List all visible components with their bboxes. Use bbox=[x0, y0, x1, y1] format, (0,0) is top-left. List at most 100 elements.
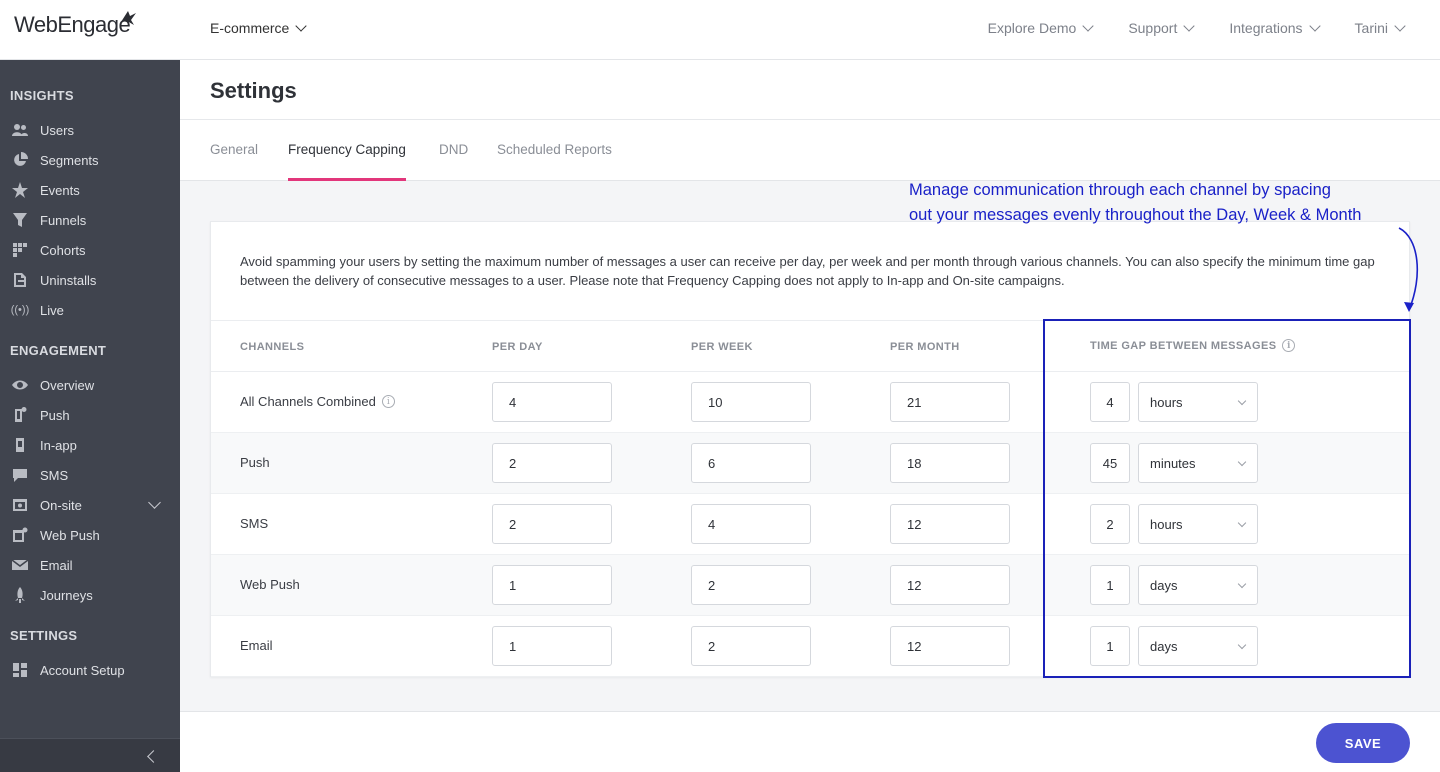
chevron-left-icon bbox=[147, 750, 160, 763]
sidebar-item-funnels[interactable]: Funnels bbox=[10, 210, 86, 230]
live-signal-icon: ((•)) bbox=[10, 304, 30, 316]
column-header-per-month: PER MONTH bbox=[890, 341, 960, 353]
channel-cell: Push bbox=[240, 455, 270, 470]
nav-integrations[interactable]: Integrations bbox=[1229, 20, 1321, 36]
per-day-input[interactable] bbox=[492, 626, 612, 666]
per-day-input[interactable] bbox=[492, 443, 612, 483]
nav-support[interactable]: Support bbox=[1128, 20, 1196, 36]
annotation-line-2: out your messages evenly throughout the … bbox=[909, 206, 1362, 224]
sidebar-item-web-push[interactable]: Web Push bbox=[10, 525, 100, 545]
sidebar-section-insights: INSIGHTS bbox=[10, 88, 74, 103]
top-nav: Explore Demo Support Integrations Tarini bbox=[988, 20, 1406, 36]
column-header-per-week: PER WEEK bbox=[691, 341, 753, 353]
sidebar-item-journeys[interactable]: Journeys bbox=[10, 585, 93, 605]
sidebar-collapse-button[interactable] bbox=[0, 738, 180, 772]
annotation-highlight-box bbox=[1043, 319, 1411, 678]
sidebar-item-push[interactable]: Push bbox=[10, 405, 70, 425]
channel-cell: All Channels Combined i bbox=[240, 394, 395, 409]
sidebar-item-account-setup[interactable]: Account Setup bbox=[10, 660, 125, 680]
per-month-input[interactable] bbox=[890, 565, 1010, 605]
tab-frequency-capping[interactable]: Frequency Capping bbox=[288, 142, 406, 181]
chevron-down-icon bbox=[1394, 20, 1406, 32]
project-name: E-commerce bbox=[210, 20, 290, 36]
envelope-icon bbox=[10, 557, 30, 573]
logo-text: WebEngage bbox=[14, 12, 131, 37]
rocket-icon bbox=[10, 587, 30, 603]
sidebar-item-label: Web Push bbox=[40, 527, 100, 543]
frequency-capping-description: Avoid spamming your users by setting the… bbox=[240, 254, 1375, 288]
sidebar-item-events[interactable]: Events bbox=[10, 180, 80, 200]
per-day-input[interactable] bbox=[492, 565, 612, 605]
footer-bar: SAVE bbox=[180, 711, 1440, 772]
per-week-input[interactable] bbox=[691, 626, 811, 666]
sidebar-item-label: Users bbox=[40, 122, 74, 138]
per-week-input[interactable] bbox=[691, 504, 811, 544]
mobile-push-icon bbox=[10, 407, 30, 423]
project-selector[interactable]: E-commerce bbox=[210, 20, 308, 36]
sidebar-item-label: Journeys bbox=[40, 587, 93, 603]
chevron-down-icon[interactable] bbox=[148, 496, 161, 509]
sidebar-item-overview[interactable]: Overview bbox=[10, 375, 94, 395]
per-week-input[interactable] bbox=[691, 382, 811, 422]
per-day-input[interactable] bbox=[492, 504, 612, 544]
per-month-input[interactable] bbox=[890, 443, 1010, 483]
sidebar-section-settings: SETTINGS bbox=[10, 628, 78, 643]
sidebar-item-label: In-app bbox=[40, 437, 77, 453]
save-button[interactable]: SAVE bbox=[1316, 723, 1410, 763]
info-icon[interactable]: i bbox=[381, 395, 395, 408]
per-month-input[interactable] bbox=[890, 382, 1010, 422]
channel-cell: Web Push bbox=[240, 577, 300, 592]
sidebar-item-uninstalls[interactable]: Uninstalls bbox=[10, 270, 96, 290]
per-month-input[interactable] bbox=[890, 504, 1010, 544]
per-week-input[interactable] bbox=[691, 565, 811, 605]
uninstall-icon bbox=[10, 272, 30, 288]
sidebar-item-label: Email bbox=[40, 557, 73, 573]
sidebar-item-label: Overview bbox=[40, 377, 95, 393]
logo-bird-icon bbox=[121, 11, 136, 25]
per-day-input[interactable] bbox=[492, 382, 612, 422]
tab-dnd[interactable]: DND bbox=[439, 142, 468, 181]
grid-icon bbox=[10, 242, 30, 258]
sidebar-item-label: Live bbox=[40, 302, 64, 318]
per-week-input[interactable] bbox=[691, 443, 811, 483]
page-header: Settings bbox=[180, 60, 1440, 120]
column-header-channels: CHANNELS bbox=[240, 341, 305, 353]
sidebar-item-cohorts[interactable]: Cohorts bbox=[10, 240, 86, 260]
per-month-input[interactable] bbox=[890, 626, 1010, 666]
sidebar-item-label: Cohorts bbox=[40, 242, 86, 258]
pie-chart-icon bbox=[10, 152, 30, 168]
sidebar-item-in-app[interactable]: In-app bbox=[10, 435, 77, 455]
column-header-per-day: PER DAY bbox=[492, 341, 543, 353]
sidebar-item-label: On-site bbox=[40, 497, 82, 513]
web-push-icon bbox=[10, 527, 30, 543]
nav-label: Tarini bbox=[1354, 20, 1388, 36]
settings-tabs: General Frequency Capping DND Scheduled … bbox=[180, 120, 1440, 181]
webengage-logo[interactable]: WebEngage bbox=[14, 11, 136, 38]
chevron-down-icon bbox=[295, 20, 308, 32]
eye-icon bbox=[10, 377, 30, 393]
tab-general[interactable]: General bbox=[210, 142, 258, 181]
sidebar-item-label: Segments bbox=[40, 152, 99, 168]
channel-cell: SMS bbox=[240, 516, 268, 531]
sidebar-item-label: Account Setup bbox=[40, 662, 125, 678]
channel-name: SMS bbox=[240, 516, 269, 531]
top-bar: WebEngage E-commerce Explore Demo Suppor… bbox=[0, 0, 1440, 60]
chevron-down-icon bbox=[1308, 20, 1321, 32]
page-title: Settings bbox=[210, 78, 297, 103]
sidebar-item-segments[interactable]: Segments bbox=[10, 150, 99, 170]
sidebar-item-on-site[interactable]: On-site bbox=[10, 495, 82, 515]
dashboard-icon bbox=[10, 662, 30, 678]
annotation-text: Manage communication through each channe… bbox=[909, 178, 1429, 228]
sidebar-item-users[interactable]: Users bbox=[10, 120, 74, 140]
tab-scheduled-reports[interactable]: Scheduled Reports bbox=[497, 142, 612, 181]
nav-label: Support bbox=[1128, 20, 1178, 36]
channel-cell: Email bbox=[240, 638, 273, 653]
nav-explore-demo[interactable]: Explore Demo bbox=[988, 20, 1094, 36]
channel-name: Web Push bbox=[240, 577, 300, 592]
sidebar-item-sms[interactable]: SMS bbox=[10, 465, 68, 485]
nav-user-menu[interactable]: Tarini bbox=[1354, 20, 1406, 36]
sidebar-item-email[interactable]: Email bbox=[10, 555, 73, 575]
sidebar-item-live[interactable]: ((•)) Live bbox=[10, 300, 64, 320]
sidebar-item-label: Push bbox=[40, 407, 70, 423]
funnel-icon bbox=[10, 212, 30, 228]
